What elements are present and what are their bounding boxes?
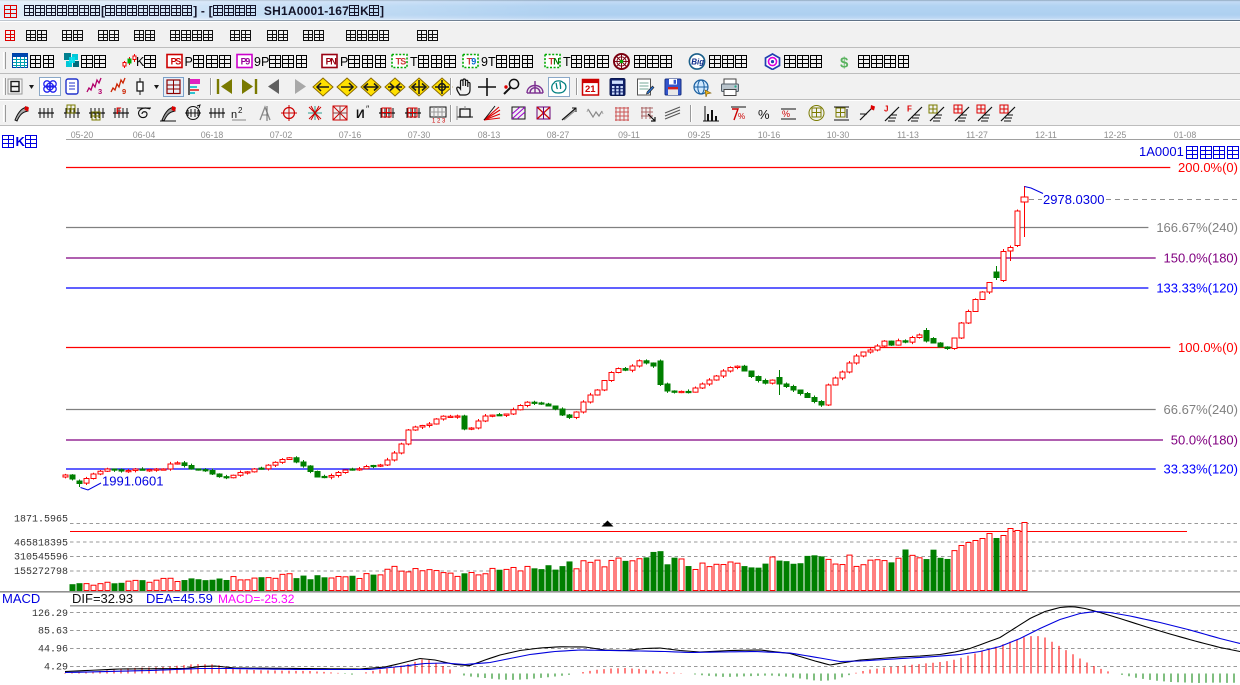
svg-text:n: n <box>231 109 237 121</box>
svg-text:166.67%(240): 166.67%(240) <box>1156 220 1238 235</box>
svg-text:DEA=45.59: DEA=45.59 <box>146 591 213 606</box>
svg-text:11-27: 11-27 <box>966 130 988 140</box>
svg-text:07-02: 07-02 <box>270 130 293 140</box>
svg-text:155272798: 155272798 <box>14 567 68 578</box>
svg-text:N: N <box>330 57 337 67</box>
svg-text:9: 9 <box>471 57 476 67</box>
svg-text:″: ″ <box>366 104 370 114</box>
svg-text:66.67%(240): 66.67%(240) <box>1164 402 1238 417</box>
svg-text:DIF=32.93: DIF=32.93 <box>72 591 133 606</box>
svg-text:9: 9 <box>122 87 126 96</box>
svg-text:1871.5965: 1871.5965 <box>14 515 68 526</box>
svg-text:465818395: 465818395 <box>14 539 68 550</box>
svg-text:05-20: 05-20 <box>71 130 94 140</box>
svg-text:06-18: 06-18 <box>201 130 224 140</box>
svg-text:09-25: 09-25 <box>688 130 711 140</box>
svg-text:4.29: 4.29 <box>44 663 68 674</box>
svg-text:J: J <box>884 104 888 113</box>
svg-text:06-04: 06-04 <box>133 130 156 140</box>
svg-text:2978.0300: 2978.0300 <box>1043 192 1104 207</box>
svg-text:F: F <box>116 106 122 116</box>
svg-text:44.96: 44.96 <box>38 645 68 656</box>
svg-text:10-16: 10-16 <box>758 130 781 140</box>
svg-text:12-25: 12-25 <box>1104 130 1127 140</box>
svg-text:%: % <box>758 107 770 122</box>
svg-text:%: % <box>782 109 790 119</box>
svg-text:И: И <box>356 107 365 121</box>
svg-text:3: 3 <box>98 87 102 96</box>
svg-text:310545596: 310545596 <box>14 553 68 564</box>
svg-text:9: 9 <box>245 57 250 67</box>
svg-text:11-13: 11-13 <box>897 130 919 140</box>
svg-text:MACD: MACD <box>2 591 40 606</box>
svg-text:S: S <box>400 57 406 67</box>
svg-text:1991.0601: 1991.0601 <box>102 474 163 489</box>
svg-text:07-16: 07-16 <box>339 130 362 140</box>
svg-text:10-30: 10-30 <box>827 130 850 140</box>
svg-text:S: S <box>175 57 181 67</box>
svg-text:33.33%(120): 33.33%(120) <box>1164 462 1238 477</box>
svg-text:150.0%(180): 150.0%(180) <box>1164 251 1238 266</box>
svg-text:133.33%(120): 133.33%(120) <box>1156 281 1238 296</box>
svg-text:1 2 3: 1 2 3 <box>432 118 446 123</box>
svg-text:$: $ <box>840 55 849 71</box>
svg-text:08-27: 08-27 <box>547 130 570 140</box>
svg-text:MACD=-25.32: MACD=-25.32 <box>218 592 295 606</box>
svg-text:01-08: 01-08 <box>1174 130 1197 140</box>
svg-text:1A0001: 1A0001 <box>1139 144 1184 159</box>
svg-text:50.0%(180): 50.0%(180) <box>1171 433 1238 448</box>
svg-text:2: 2 <box>238 106 243 115</box>
svg-text:Big: Big <box>691 58 704 67</box>
svg-text:12-11: 12-11 <box>1035 130 1057 140</box>
svg-text:%: % <box>738 112 745 121</box>
svg-text:100.0%(0): 100.0%(0) <box>1178 340 1238 355</box>
svg-text:F: F <box>907 104 912 113</box>
svg-text:N: N <box>553 57 560 67</box>
svg-text:85.63: 85.63 <box>38 627 68 638</box>
svg-text:126.29: 126.29 <box>32 609 68 620</box>
svg-text:21: 21 <box>585 84 596 95</box>
svg-text:09-11: 09-11 <box>618 130 640 140</box>
svg-text:08-13: 08-13 <box>478 130 501 140</box>
svg-text:07-30: 07-30 <box>408 130 431 140</box>
